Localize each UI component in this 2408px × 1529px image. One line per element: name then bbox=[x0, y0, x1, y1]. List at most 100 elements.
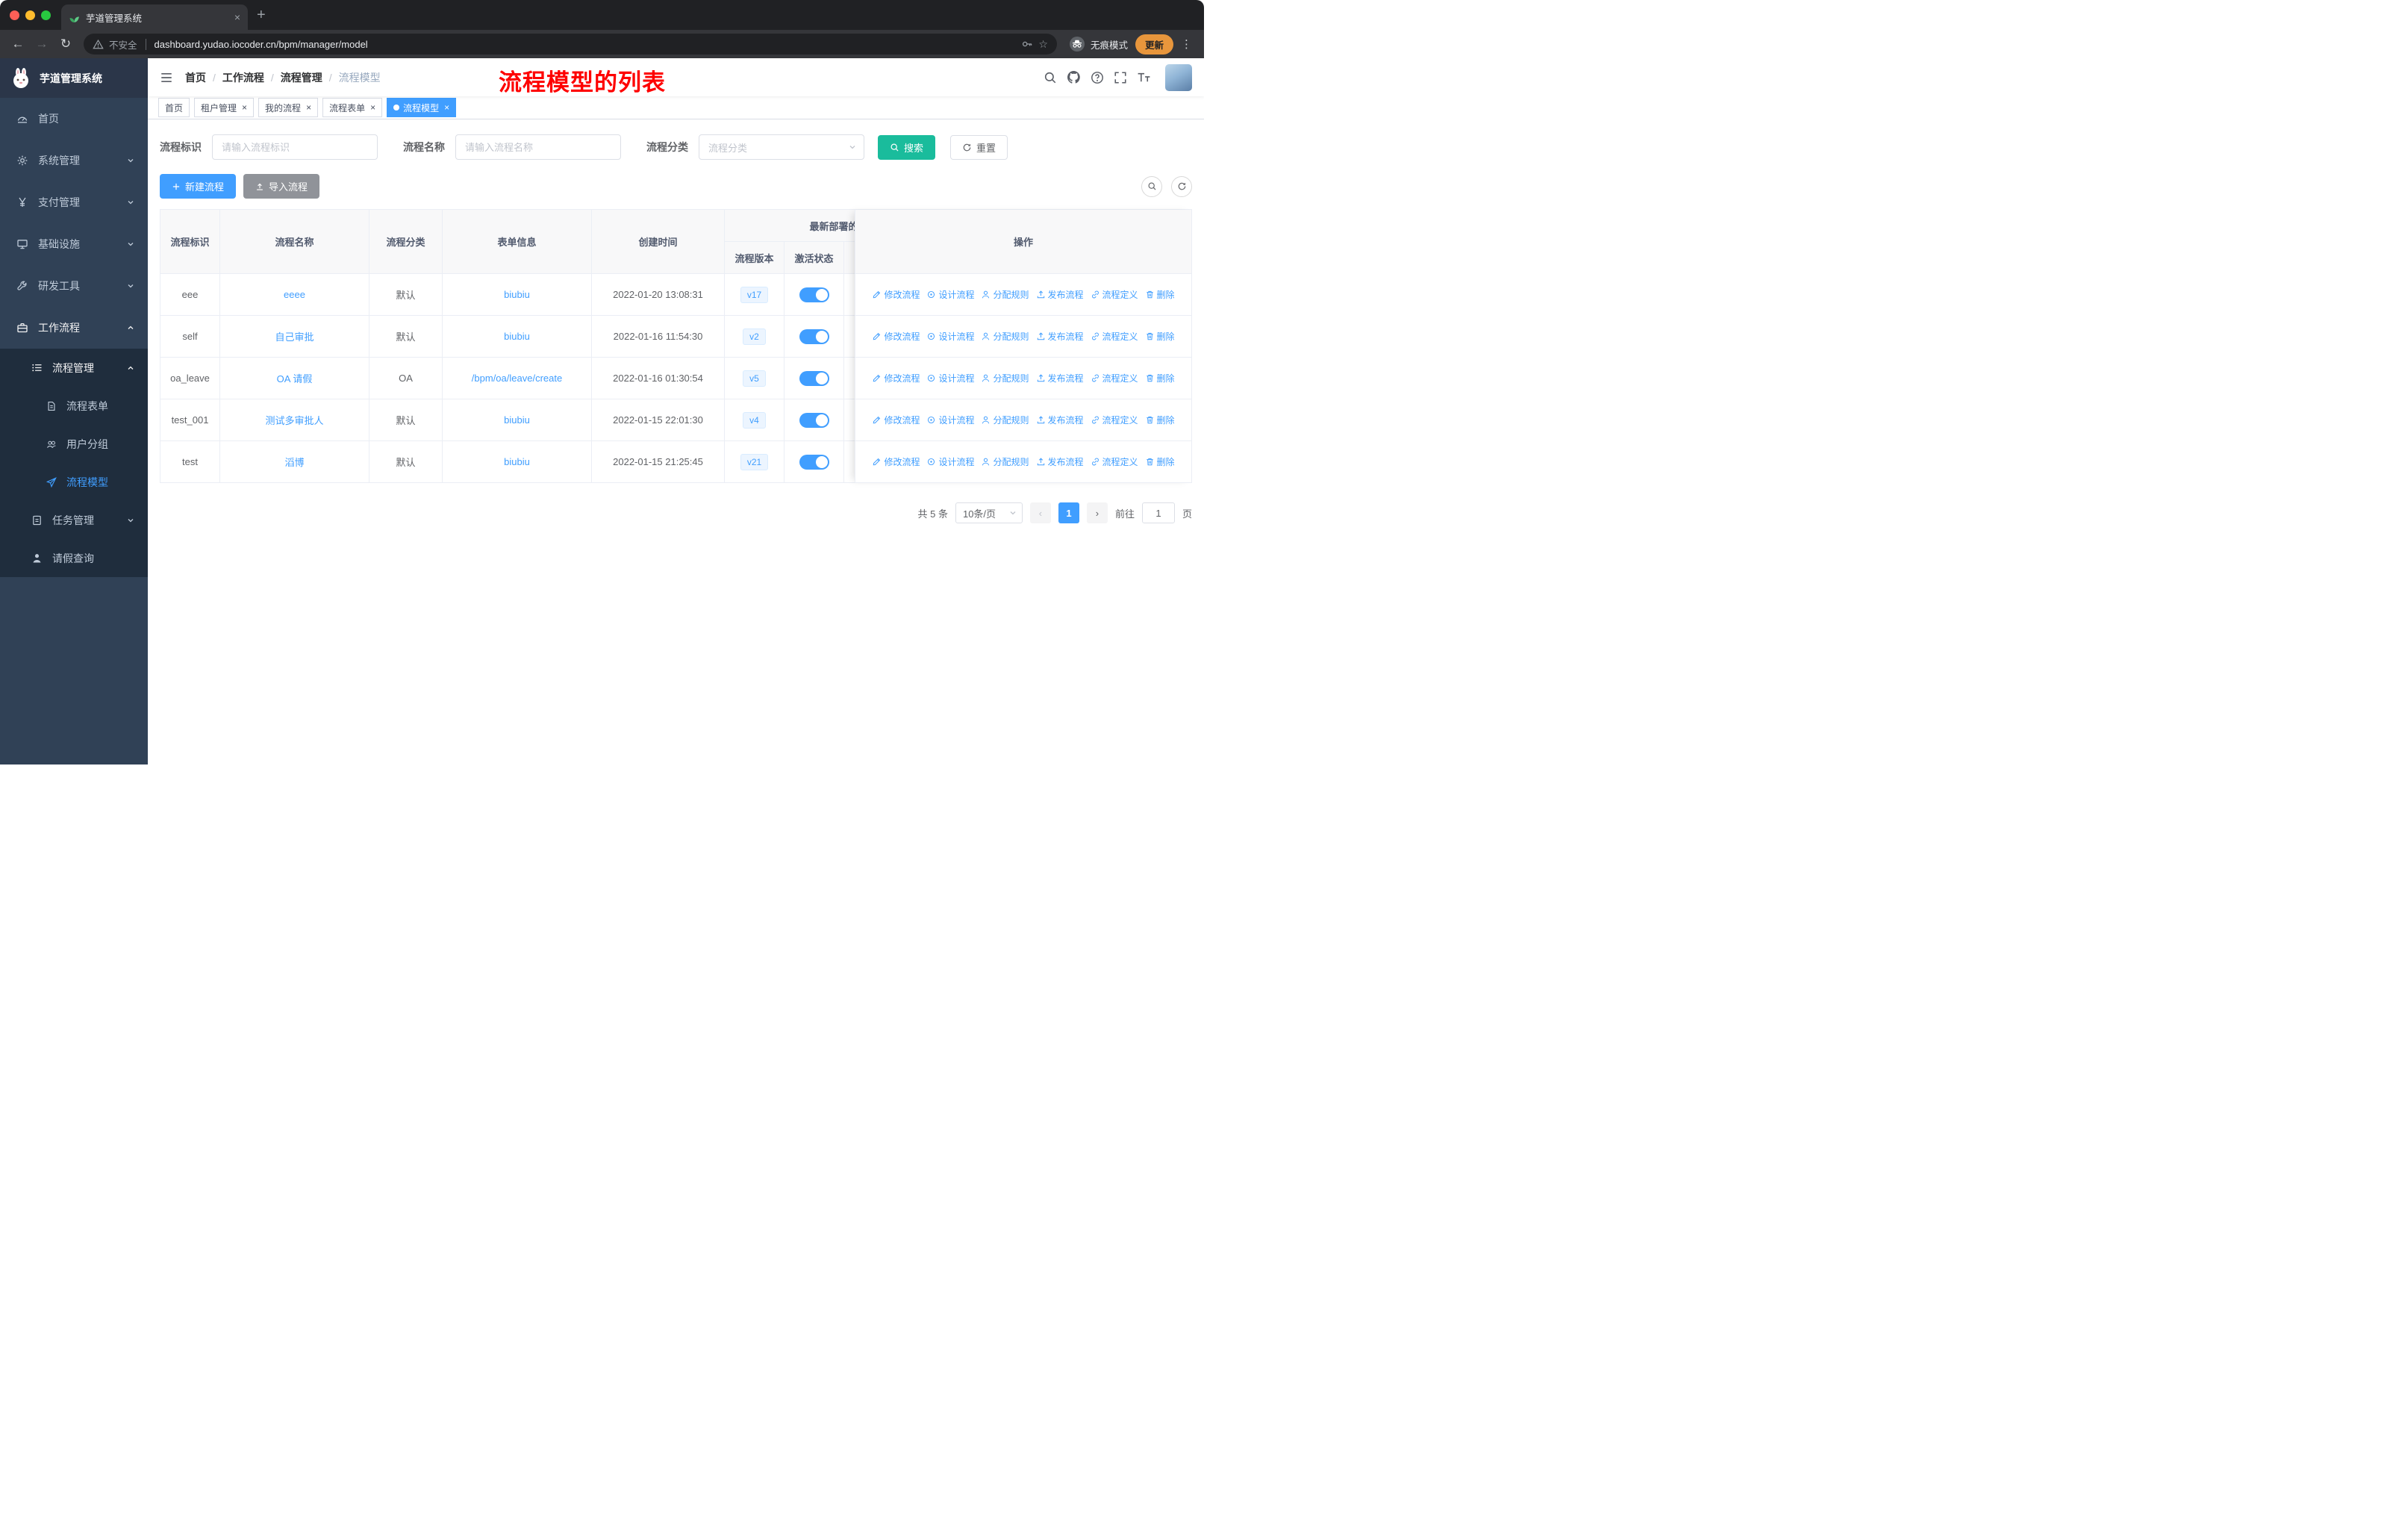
action-define[interactable]: 流程定义 bbox=[1091, 288, 1138, 301]
next-page-button[interactable]: › bbox=[1086, 502, 1108, 523]
active-toggle[interactable] bbox=[799, 370, 829, 386]
process-key-input[interactable] bbox=[212, 134, 378, 160]
sidebar-item-process-management[interactable]: 流程管理 bbox=[0, 349, 148, 387]
action-edit[interactable]: 修改流程 bbox=[872, 414, 920, 426]
sidebar-item-leave-query[interactable]: 请假查询 bbox=[0, 539, 148, 577]
back-button[interactable]: ← bbox=[7, 34, 28, 55]
action-define[interactable]: 流程定义 bbox=[1091, 372, 1138, 384]
process-name-link[interactable]: OA 请假 bbox=[277, 371, 313, 385]
action-delete[interactable]: 删除 bbox=[1145, 288, 1175, 301]
close-window-button[interactable] bbox=[10, 10, 19, 20]
breadcrumb-workflow[interactable]: 工作流程 bbox=[222, 70, 264, 85]
action-assign[interactable]: 分配规则 bbox=[981, 455, 1029, 468]
action-design[interactable]: 设计流程 bbox=[926, 455, 974, 468]
goto-page-input[interactable] bbox=[1141, 502, 1175, 523]
action-assign[interactable]: 分配规则 bbox=[981, 372, 1029, 384]
action-edit[interactable]: 修改流程 bbox=[872, 372, 920, 384]
prev-page-button[interactable]: ‹ bbox=[1029, 502, 1051, 523]
active-toggle[interactable] bbox=[799, 328, 829, 344]
password-key-icon[interactable] bbox=[1021, 38, 1033, 50]
forward-button[interactable]: → bbox=[31, 34, 52, 55]
font-size-icon[interactable] bbox=[1137, 71, 1151, 84]
update-button[interactable]: 更新 bbox=[1135, 34, 1173, 55]
app-logo[interactable]: 芋道管理系统 bbox=[0, 58, 148, 98]
close-icon[interactable]: × bbox=[242, 102, 247, 113]
reload-button[interactable]: ↻ bbox=[55, 34, 76, 55]
close-icon[interactable]: × bbox=[444, 102, 449, 113]
show-search-button[interactable] bbox=[1141, 175, 1162, 197]
action-design[interactable]: 设计流程 bbox=[926, 414, 974, 426]
action-publish[interactable]: 发布流程 bbox=[1036, 330, 1084, 343]
help-icon[interactable] bbox=[1091, 71, 1104, 84]
browser-menu-icon[interactable]: ⋮ bbox=[1176, 37, 1197, 51]
minimize-window-button[interactable] bbox=[25, 10, 35, 20]
sidebar-item-home[interactable]: 首页 bbox=[0, 98, 148, 140]
active-toggle[interactable] bbox=[799, 287, 829, 302]
search-icon[interactable] bbox=[1044, 71, 1057, 84]
process-name-link[interactable]: eeee bbox=[284, 289, 305, 300]
tag-tenant[interactable]: 租户管理 × bbox=[194, 98, 255, 117]
action-edit[interactable]: 修改流程 bbox=[872, 330, 920, 343]
action-assign[interactable]: 分配规则 bbox=[981, 414, 1029, 426]
page-size-select[interactable]: 10条/页 bbox=[955, 502, 1023, 523]
url-bar[interactable]: 不安全 dashboard.yudao.iocoder.cn/bpm/manag… bbox=[84, 34, 1057, 55]
action-design[interactable]: 设计流程 bbox=[926, 372, 974, 384]
action-define[interactable]: 流程定义 bbox=[1091, 414, 1138, 426]
sidebar-item-workflow[interactable]: 工作流程 bbox=[0, 307, 148, 349]
action-publish[interactable]: 发布流程 bbox=[1036, 288, 1084, 301]
action-edit[interactable]: 修改流程 bbox=[872, 455, 920, 468]
search-button[interactable]: 搜索 bbox=[878, 134, 936, 160]
action-publish[interactable]: 发布流程 bbox=[1036, 455, 1084, 468]
action-assign[interactable]: 分配规则 bbox=[981, 288, 1029, 301]
process-name-link[interactable]: 测试多审批人 bbox=[265, 413, 323, 427]
reset-button[interactable]: 重置 bbox=[950, 134, 1008, 160]
active-toggle[interactable] bbox=[799, 454, 829, 470]
import-process-button[interactable]: 导入流程 bbox=[243, 174, 320, 199]
github-icon[interactable] bbox=[1067, 70, 1081, 84]
action-publish[interactable]: 发布流程 bbox=[1036, 414, 1084, 426]
action-delete[interactable]: 删除 bbox=[1145, 330, 1175, 343]
action-design[interactable]: 设计流程 bbox=[926, 288, 974, 301]
breadcrumb-process-management[interactable]: 流程管理 bbox=[281, 70, 322, 85]
category-select[interactable]: 流程分类 bbox=[699, 134, 864, 160]
action-delete[interactable]: 删除 bbox=[1145, 455, 1175, 468]
action-delete[interactable]: 删除 bbox=[1145, 414, 1175, 426]
sidebar-item-dev-tools[interactable]: 研发工具 bbox=[0, 265, 148, 307]
tag-process-form[interactable]: 流程表单 × bbox=[322, 98, 383, 117]
process-name-link[interactable]: 滔博 bbox=[284, 455, 304, 469]
create-process-button[interactable]: 新建流程 bbox=[160, 174, 237, 199]
sidebar-item-process-model[interactable]: 流程模型 bbox=[0, 463, 148, 501]
action-assign[interactable]: 分配规则 bbox=[981, 330, 1029, 343]
form-link[interactable]: biubiu bbox=[504, 456, 530, 467]
hamburger-icon[interactable] bbox=[160, 71, 173, 84]
current-page[interactable]: 1 bbox=[1058, 502, 1079, 523]
action-define[interactable]: 流程定义 bbox=[1091, 330, 1138, 343]
close-icon[interactable]: × bbox=[306, 102, 311, 113]
active-toggle[interactable] bbox=[799, 412, 829, 428]
sidebar-item-payment[interactable]: 支付管理 bbox=[0, 181, 148, 223]
sidebar-item-infrastructure[interactable]: 基础设施 bbox=[0, 223, 148, 265]
maximize-window-button[interactable] bbox=[41, 10, 51, 20]
close-icon[interactable]: × bbox=[370, 102, 375, 113]
tag-home[interactable]: 首页 bbox=[158, 98, 190, 117]
action-design[interactable]: 设计流程 bbox=[926, 330, 974, 343]
tag-my-process[interactable]: 我的流程 × bbox=[258, 98, 319, 117]
browser-tab[interactable]: 芋道管理系统 × bbox=[61, 4, 248, 30]
form-link[interactable]: biubiu bbox=[504, 289, 530, 300]
sidebar-item-task-management[interactable]: 任务管理 bbox=[0, 501, 148, 539]
action-edit[interactable]: 修改流程 bbox=[872, 288, 920, 301]
tag-process-model[interactable]: 流程模型 × bbox=[387, 98, 457, 117]
action-publish[interactable]: 发布流程 bbox=[1036, 372, 1084, 384]
breadcrumb-home[interactable]: 首页 bbox=[185, 70, 206, 85]
action-delete[interactable]: 删除 bbox=[1145, 372, 1175, 384]
new-tab-button[interactable]: + bbox=[257, 7, 266, 24]
action-define[interactable]: 流程定义 bbox=[1091, 455, 1138, 468]
fullscreen-icon[interactable] bbox=[1114, 71, 1127, 84]
form-link[interactable]: /bpm/oa/leave/create bbox=[472, 373, 562, 384]
form-link[interactable]: biubiu bbox=[504, 331, 530, 342]
sidebar-item-system[interactable]: 系统管理 bbox=[0, 140, 148, 181]
bookmark-star-icon[interactable]: ☆ bbox=[1038, 38, 1048, 51]
process-name-link[interactable]: 自己审批 bbox=[275, 329, 314, 343]
sidebar-item-process-form[interactable]: 流程表单 bbox=[0, 387, 148, 425]
refresh-table-button[interactable] bbox=[1171, 175, 1192, 197]
